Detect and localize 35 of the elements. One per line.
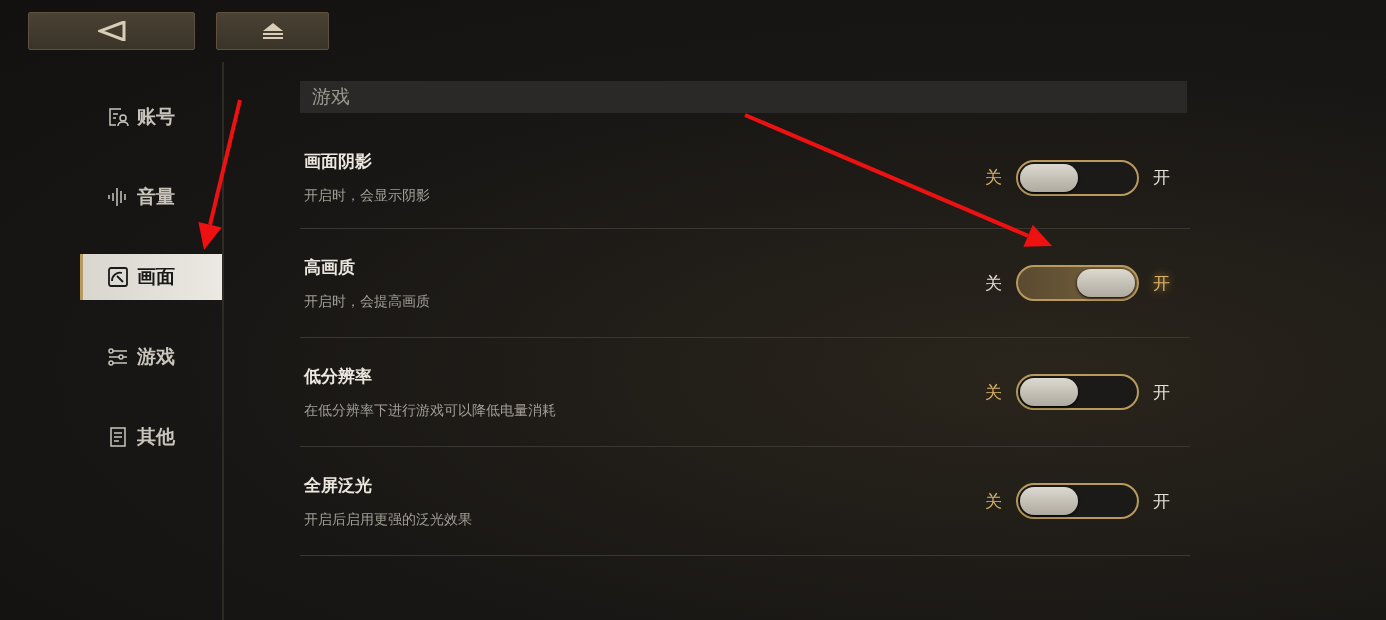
sidebar-tab[interactable]: 其他 [80,414,222,460]
toggle-switch[interactable] [1016,159,1139,196]
sidebar-tab[interactable]: 画面 [80,254,222,300]
setting-title: 画面阴影 [304,150,373,173]
setting-description: 在低分辨率下进行游戏可以降低电量消耗 [304,401,556,420]
sidebar-tab[interactable]: 账号 [80,94,222,140]
toggle-switch[interactable] [1016,265,1139,301]
back-button[interactable] [28,12,195,50]
setting-description: 开启时，会显示阴影 [304,187,430,205]
setting-title: 低分辨率 [304,364,373,388]
off-label: 关 [985,166,1002,189]
setting-title: 全屏泛光 [304,473,373,497]
on-label: 开 [1153,271,1170,295]
toggle-switch[interactable] [1016,483,1139,519]
sidebar-tab[interactable]: 音量 [80,174,222,220]
section-header: 游戏 [300,81,1187,113]
sidebar-tab[interactable]: 游戏 [80,334,222,380]
on-label: 开 [1153,166,1170,189]
eject-button[interactable] [216,12,329,50]
eject-icon [260,22,285,40]
setting-title: 高画质 [304,255,356,279]
sound-wave-icon [107,186,129,208]
off-label: 关 [985,489,1002,513]
toggle-switch[interactable] [1016,374,1139,410]
gauge-icon [107,266,129,288]
user-card-icon [107,106,129,128]
on-label: 开 [1153,489,1170,513]
setting-description: 开启时，会提高画质 [304,292,430,311]
on-label: 开 [1153,380,1170,404]
off-label: 关 [985,271,1002,295]
document-icon [107,426,129,448]
back-icon [97,21,126,41]
setting-description: 开启后启用更强的泛光效果 [304,510,472,529]
off-label: 关 [985,380,1002,404]
sliders-icon [107,346,129,368]
